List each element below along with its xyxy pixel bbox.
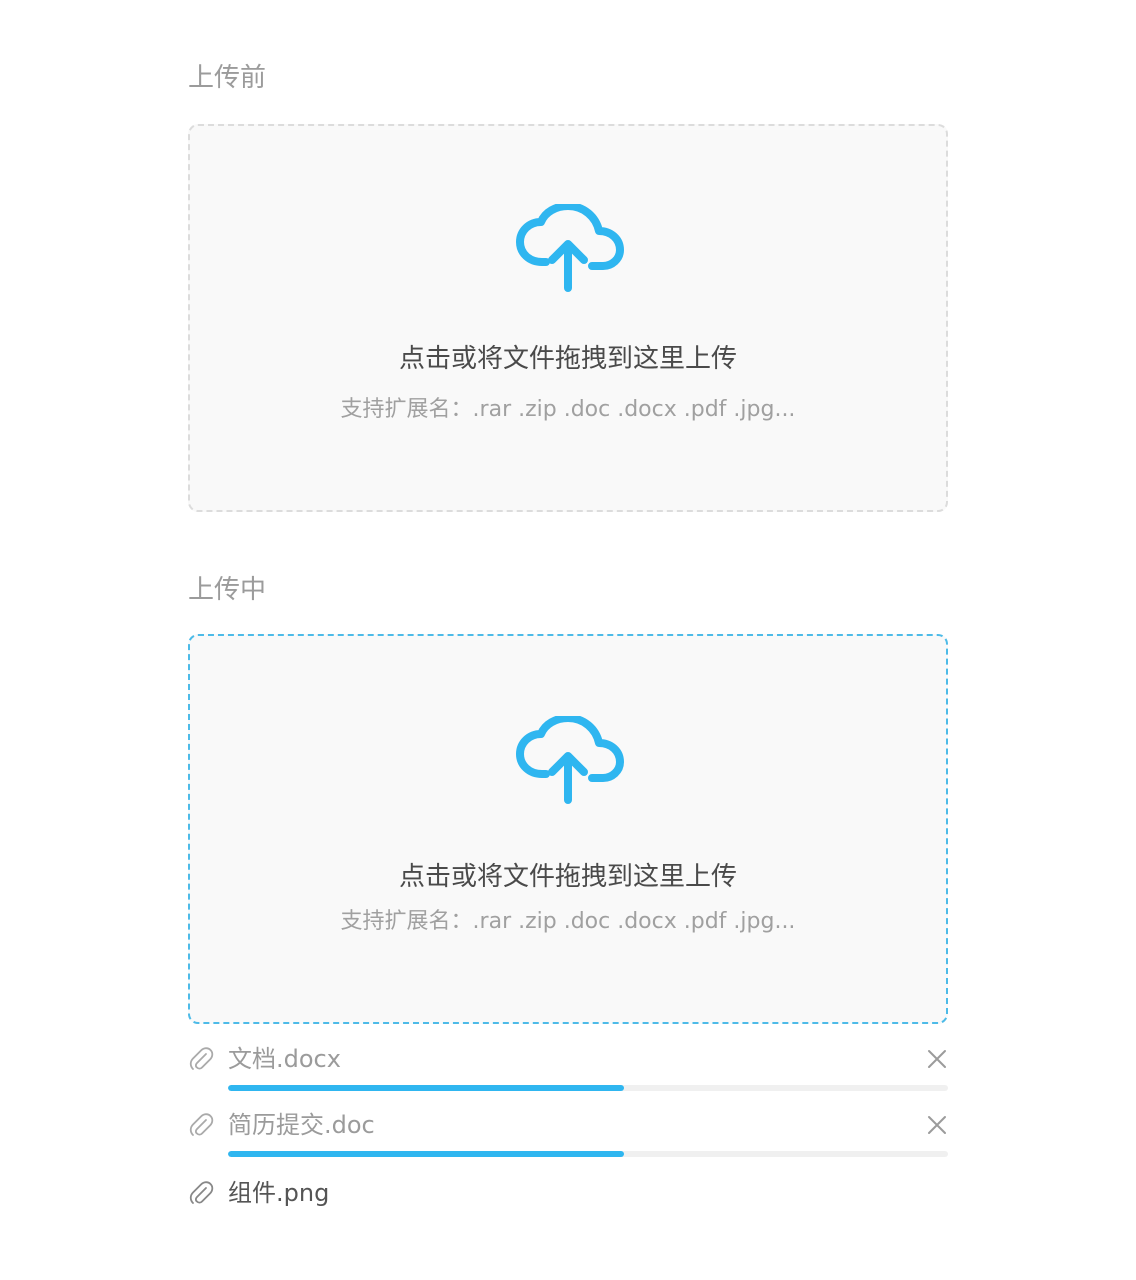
dropzone-main-text: 点击或将文件拖拽到这里上传 bbox=[398, 862, 737, 892]
upload-progress-bar bbox=[228, 1151, 948, 1157]
cloud-upload-icon bbox=[516, 204, 624, 292]
section-title-before: 上传前 bbox=[188, 63, 267, 93]
file-item: 组件.png bbox=[188, 1176, 948, 1232]
close-icon[interactable] bbox=[926, 1114, 948, 1136]
upload-dropzone-active[interactable]: 点击或将文件拖拽到这里上传 支持扩展名：.rar .zip .doc .docx… bbox=[188, 634, 948, 1024]
upload-progress-fill bbox=[228, 1085, 624, 1091]
upload-progress-bar bbox=[228, 1085, 948, 1091]
dropzone-main-text: 点击或将文件拖拽到这里上传 bbox=[398, 344, 737, 374]
dropzone-hint-text: 支持扩展名：.rar .zip .doc .docx .pdf .jpg... bbox=[340, 397, 796, 422]
paperclip-icon bbox=[189, 1181, 214, 1204]
file-name[interactable]: 组件.png bbox=[228, 1176, 329, 1210]
file-item: 文档.docx bbox=[188, 1042, 948, 1098]
close-icon[interactable] bbox=[926, 1048, 948, 1070]
dropzone-hint-text: 支持扩展名：.rar .zip .doc .docx .pdf .jpg... bbox=[340, 909, 796, 934]
file-item: 简历提交.doc bbox=[188, 1108, 948, 1164]
section-title-during: 上传中 bbox=[188, 575, 267, 605]
upload-progress-fill bbox=[228, 1151, 624, 1157]
file-name: 简历提交.doc bbox=[228, 1111, 375, 1139]
upload-dropzone-idle[interactable]: 点击或将文件拖拽到这里上传 支持扩展名：.rar .zip .doc .docx… bbox=[188, 124, 948, 512]
file-name: 文档.docx bbox=[228, 1045, 341, 1073]
cloud-upload-icon bbox=[516, 716, 624, 804]
paperclip-icon bbox=[189, 1113, 214, 1136]
paperclip-icon bbox=[189, 1047, 214, 1070]
